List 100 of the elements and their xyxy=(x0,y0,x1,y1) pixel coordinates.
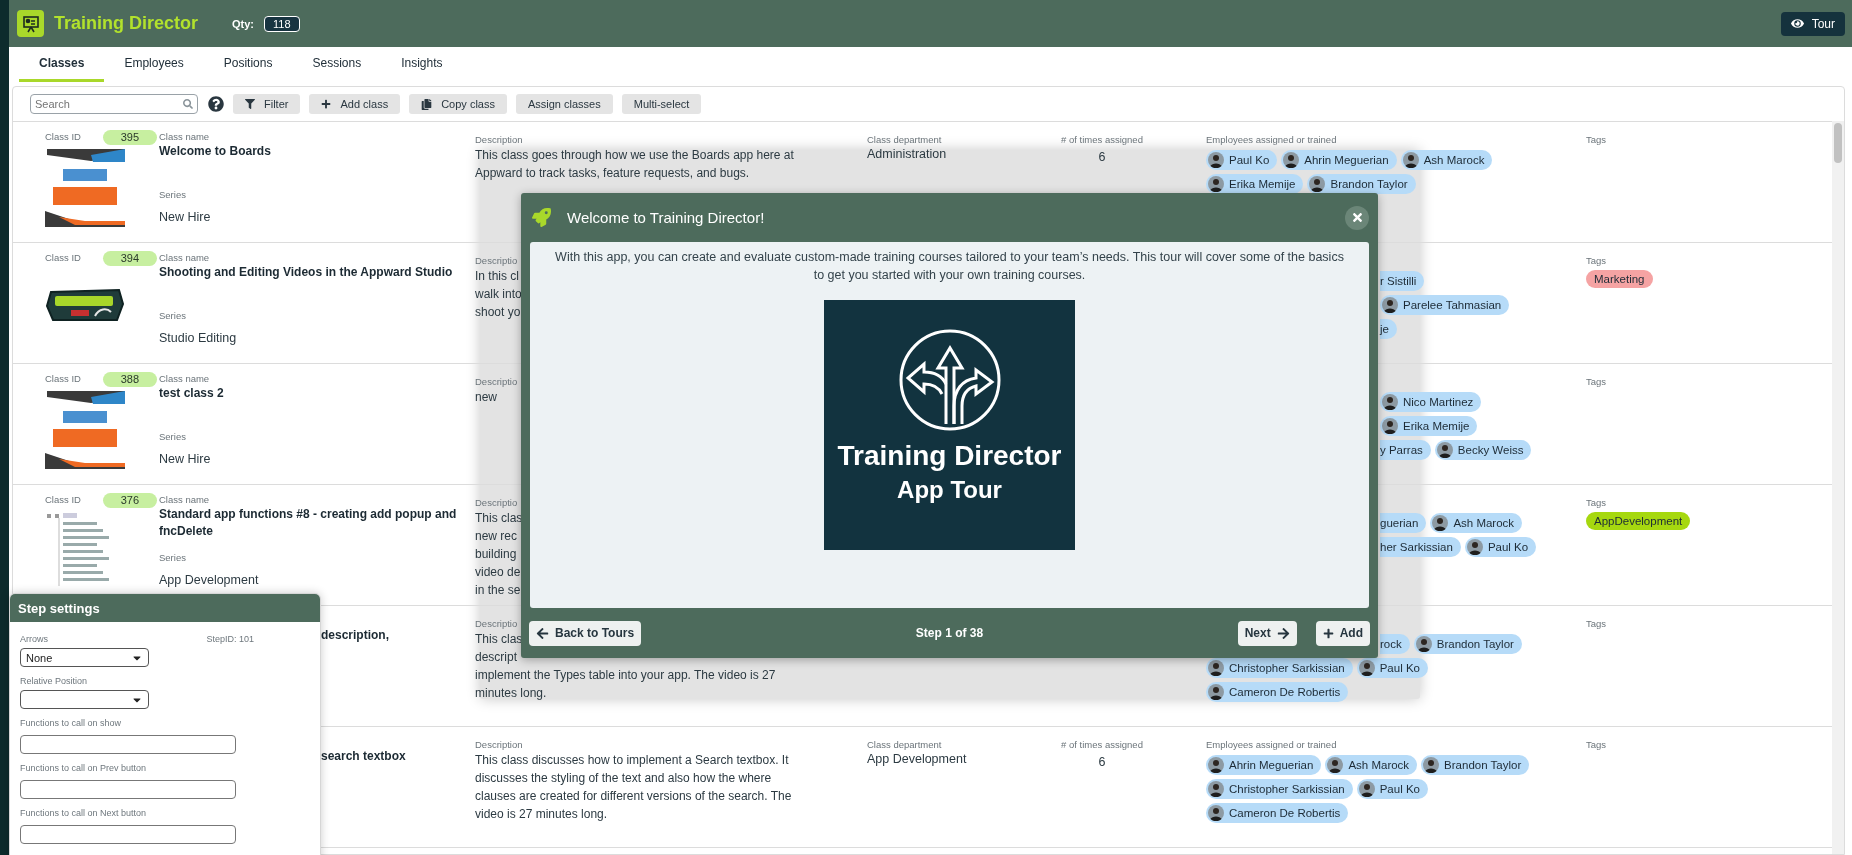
employee-chip[interactable]: Ash Marock xyxy=(1325,755,1418,775)
add-button[interactable]: Add xyxy=(1315,620,1370,646)
dialog-title: Welcome to Training Director! xyxy=(567,209,766,226)
employee-chip[interactable]: rock xyxy=(1380,634,1410,654)
next-button[interactable]: Next xyxy=(1237,620,1297,646)
employee-chip[interactable]: guerian xyxy=(1380,513,1427,533)
select-field[interactable] xyxy=(20,690,149,709)
back-button[interactable]: Back to Tours xyxy=(529,620,642,646)
toolbar-button[interactable]: Multi-select xyxy=(621,94,702,114)
field-label: Relative Position xyxy=(20,675,88,687)
field-label: Tags xyxy=(1586,739,1607,751)
input-field[interactable] xyxy=(20,825,236,844)
avatar-icon xyxy=(1208,684,1224,700)
description-text: This clas new rec building video de in the se xyxy=(475,510,523,599)
employee-chip[interactable]: Paul Ko xyxy=(1206,150,1278,170)
employee-chip[interactable]: r Sistilli xyxy=(1380,271,1425,291)
avatar-icon xyxy=(1466,539,1483,555)
qty-count: 118 xyxy=(264,15,300,32)
series-value: New Hire xyxy=(159,209,212,226)
eye-icon xyxy=(1790,17,1804,30)
employee-chip[interactable]: Paul Ko xyxy=(1356,779,1428,799)
avatar-icon xyxy=(1432,515,1449,531)
field-label: Class ID xyxy=(45,494,81,506)
tab[interactable]: Sessions xyxy=(292,47,382,82)
field-label: Description xyxy=(475,134,523,146)
field-label: Employees assigned or trained xyxy=(1206,739,1337,751)
arrow-right-icon xyxy=(1276,626,1290,640)
input-field[interactable] xyxy=(20,735,236,754)
class-name: Shooting and Editing Videos in the Appward Studio xyxy=(159,264,454,281)
tour-button[interactable]: Tour xyxy=(1780,11,1845,36)
input-field[interactable] xyxy=(20,780,236,799)
qty-label: Qty: xyxy=(232,17,255,30)
avatar-icon xyxy=(1208,805,1224,821)
tab[interactable]: Classes xyxy=(19,47,105,82)
filter-icon xyxy=(245,99,255,109)
avatar-icon xyxy=(1423,757,1440,773)
employee-chip[interactable]: Parelee Tahmasian xyxy=(1380,295,1510,315)
times-assigned: 6 xyxy=(1098,754,1106,771)
field-label: Class name xyxy=(159,131,211,143)
avatar-icon xyxy=(1208,660,1224,676)
cover-subtitle: App Tour xyxy=(897,476,1002,504)
employee-chip[interactable]: Christopher Sarkissian xyxy=(1206,658,1353,678)
employee-chip[interactable]: her Sarkissian xyxy=(1380,537,1461,557)
series-value: New Hire xyxy=(159,451,212,468)
toolbar-button[interactable]: Assign classes xyxy=(515,94,613,114)
employee-chip[interactable]: Erika Memije xyxy=(1206,174,1304,194)
field-label: Functions to call on Next button xyxy=(20,807,147,819)
avatar-icon xyxy=(1358,781,1375,797)
employee-chip[interactable]: Ash Marock xyxy=(1400,150,1493,170)
employee-chip[interactable]: Christopher Sarkissian xyxy=(1206,779,1353,799)
tab[interactable]: Employees xyxy=(104,47,204,82)
field-label: Series xyxy=(159,431,187,443)
search-field[interactable]: Search xyxy=(30,94,198,114)
class-name: Welcome to Boards xyxy=(159,143,272,160)
employee-chip[interactable]: Paul Ko xyxy=(1356,658,1428,678)
employee-chip[interactable]: Brandon Taylor xyxy=(1421,755,1530,775)
field-label: Tags xyxy=(1586,134,1607,146)
series-value: Studio Editing xyxy=(159,330,238,347)
presenter-logo-icon xyxy=(17,10,44,37)
class-name: test class 2 xyxy=(159,385,225,402)
scrollbar[interactable] xyxy=(1832,121,1844,854)
description-text: implement the Types table into your app. The video is 27 minutes long. xyxy=(475,667,776,702)
employee-chip[interactable]: Brandon Taylor xyxy=(1307,174,1416,194)
employee-chip[interactable]: Cameron De Robertis xyxy=(1206,803,1349,823)
tab[interactable]: Positions xyxy=(203,47,293,82)
toolbar-button[interactable]: Add class xyxy=(309,94,401,114)
employee-chip[interactable]: y Parras xyxy=(1380,440,1431,460)
employee-chip[interactable]: Nico Martinez xyxy=(1380,392,1482,412)
field-label: Description xyxy=(475,739,523,751)
step-id: StepID: 101 xyxy=(206,633,254,645)
employee-chip[interactable]: Ahrin Meguerian xyxy=(1281,150,1397,170)
toolbar-button[interactable]: Filter xyxy=(233,94,301,114)
employee-chip[interactable]: Paul Ko xyxy=(1464,537,1537,557)
series-value: App Development xyxy=(159,572,260,589)
class-id: 394 xyxy=(102,250,157,266)
avatar-icon xyxy=(1415,636,1432,652)
field-label: Tags xyxy=(1586,618,1607,630)
rocket-icon xyxy=(532,208,551,227)
field-label: Arrows xyxy=(20,633,48,645)
employee-chip[interactable]: Erika Memije xyxy=(1380,416,1478,436)
employee-chip[interactable]: Cameron De Robertis xyxy=(1206,682,1349,702)
employee-chip[interactable]: Brandon Taylor xyxy=(1413,634,1522,654)
close-button[interactable] xyxy=(1345,205,1369,230)
field-label: Tags xyxy=(1586,497,1607,509)
tab[interactable]: Insights xyxy=(381,47,463,82)
field-label: Class name xyxy=(159,373,211,385)
field-label: Class ID xyxy=(45,131,81,143)
employee-chip[interactable]: je xyxy=(1380,319,1397,339)
avatar-icon xyxy=(1382,418,1398,434)
field-label: # of times assigned xyxy=(1061,739,1143,751)
class-id: 395 xyxy=(102,129,157,145)
field-label: Series xyxy=(159,552,187,564)
select-field[interactable]: None xyxy=(20,648,149,667)
avatar-icon xyxy=(1309,176,1326,192)
employee-chip[interactable]: Ahrin Meguerian xyxy=(1206,755,1322,775)
toolbar-button[interactable]: Copy class xyxy=(409,94,507,114)
help-icon[interactable] xyxy=(208,96,224,112)
field-label: Tags xyxy=(1586,255,1607,267)
employee-chip[interactable]: Becky Weiss xyxy=(1434,440,1532,460)
employee-chip[interactable]: Ash Marock xyxy=(1430,513,1523,533)
